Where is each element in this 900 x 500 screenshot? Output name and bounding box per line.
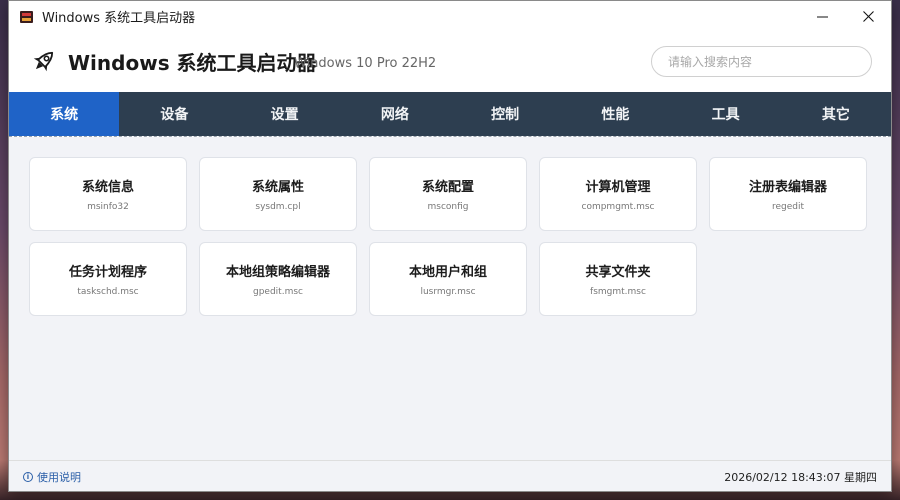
tool-name: 本地组策略编辑器 <box>225 265 330 280</box>
tool-command: taskschd.msc <box>77 287 139 297</box>
tool-card-msconfig[interactable]: 系统配置 msconfig <box>369 157 527 231</box>
tool-name: 任务计划程序 <box>68 265 147 280</box>
tool-card-lusrmgr[interactable]: 本地用户和组 lusrmgr.msc <box>369 242 527 316</box>
tab-system[interactable]: 系统 <box>9 92 120 136</box>
tool-name: 系统信息 <box>81 180 134 195</box>
tool-card-taskschd[interactable]: 任务计划程序 taskschd.msc <box>29 242 187 316</box>
tool-grid: 系统信息 msinfo32 系统属性 sysdm.cpl 系统配置 msconf… <box>29 157 871 316</box>
tool-command: lusrmgr.msc <box>420 287 476 297</box>
close-icon <box>862 11 874 22</box>
minimize-icon <box>816 16 828 18</box>
page-title: Windows 系统工具启动器 <box>68 51 317 75</box>
tool-card-msinfo32[interactable]: 系统信息 msinfo32 <box>29 157 187 231</box>
search-input[interactable] <box>651 46 872 77</box>
datetime-display: 2026/02/12 18:43:07 星期四 <box>724 471 877 484</box>
tab-other[interactable]: 其它 <box>781 92 891 136</box>
tool-card-gpedit[interactable]: 本地组策略编辑器 gpedit.msc <box>199 242 357 316</box>
tool-command: fsmgmt.msc <box>590 287 646 297</box>
app-header: Windows 系统工具启动器 Windows 10 Pro 22H2 <box>9 32 891 92</box>
help-label: 使用说明 <box>37 471 81 484</box>
window-controls <box>799 1 891 32</box>
tool-command: regedit <box>771 202 805 212</box>
tool-command: msinfo32 <box>87 202 129 212</box>
tool-command: compmgmt.msc <box>581 202 655 212</box>
tool-card-fsmgmt[interactable]: 共享文件夹 fsmgmt.msc <box>539 242 697 316</box>
minimize-button[interactable] <box>799 1 845 32</box>
tool-command: msconfig <box>427 202 469 212</box>
tool-card-regedit[interactable]: 注册表编辑器 regedit <box>709 157 867 231</box>
rocket-icon <box>33 51 54 72</box>
app-window: Windows 系统工具启动器 Windows 系统工具启动器 Windows … <box>8 0 892 492</box>
tool-name: 系统配置 <box>421 180 474 195</box>
tool-name: 本地用户和组 <box>408 265 487 280</box>
window-title: Windows 系统工具启动器 <box>42 11 196 26</box>
tab-settings[interactable]: 设置 <box>230 92 340 136</box>
tool-name: 计算机管理 <box>585 180 651 195</box>
tool-name: 系统属性 <box>251 180 304 195</box>
tool-command: sysdm.cpl <box>255 202 301 212</box>
tab-network[interactable]: 网络 <box>340 92 450 136</box>
info-icon: i <box>23 472 33 482</box>
os-version-label: Windows 10 Pro 22H2 <box>294 56 437 71</box>
category-tabs: 系统 设备 设置 网络 控制 性能 工具 其它 <box>9 92 891 136</box>
tab-devices[interactable]: 设备 <box>119 92 229 136</box>
title-bar[interactable]: Windows 系统工具启动器 <box>9 1 891 32</box>
tab-control[interactable]: 控制 <box>450 92 560 136</box>
tool-card-compmgmt[interactable]: 计算机管理 compmgmt.msc <box>539 157 697 231</box>
close-button[interactable] <box>845 1 891 32</box>
help-link[interactable]: i 使用说明 <box>23 469 81 485</box>
tool-panel: 系统信息 msinfo32 系统属性 sysdm.cpl 系统配置 msconf… <box>9 137 891 460</box>
tool-name: 共享文件夹 <box>585 265 651 280</box>
tab-tools[interactable]: 工具 <box>671 92 781 136</box>
tab-performance[interactable]: 性能 <box>560 92 670 136</box>
status-bar: i 使用说明 2026/02/12 18:43:07 星期四 <box>9 460 891 491</box>
app-icon <box>20 10 33 23</box>
tool-card-sysdm[interactable]: 系统属性 sysdm.cpl <box>199 157 357 231</box>
tool-name: 注册表编辑器 <box>748 180 827 195</box>
tool-command: gpedit.msc <box>253 287 303 297</box>
